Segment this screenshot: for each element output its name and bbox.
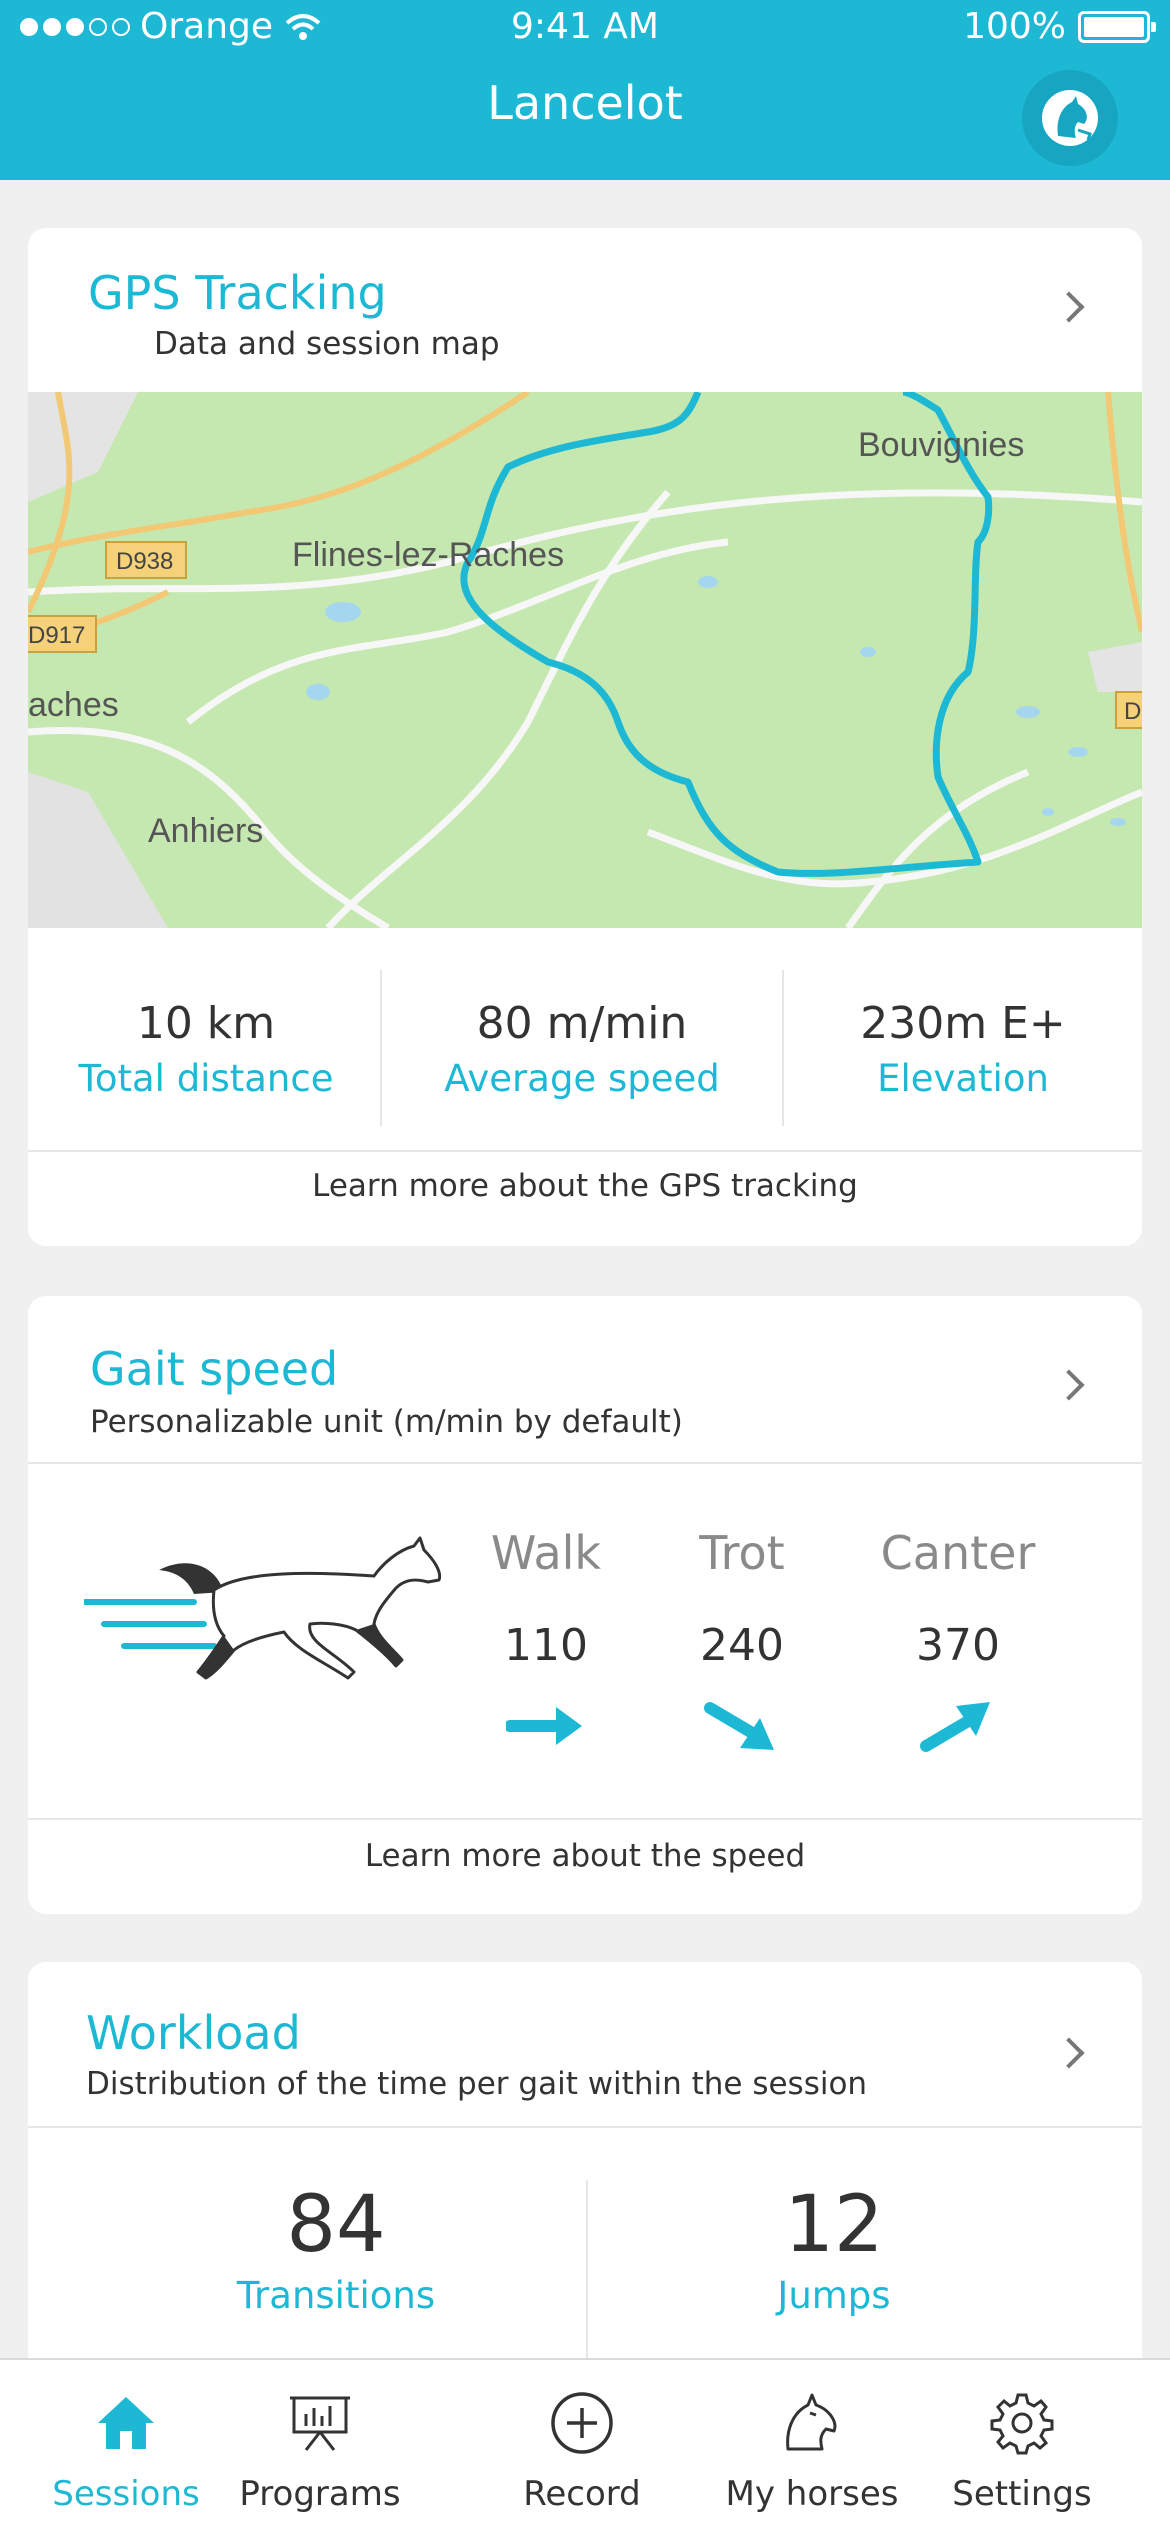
tab-label: My horses xyxy=(725,2474,899,2514)
gait-speed-card[interactable]: Gait speed Personalizable unit (m/min by… xyxy=(28,1296,1142,1914)
learn-more-gps-link[interactable]: Learn more about the GPS tracking xyxy=(28,1168,1142,1204)
chevron-right-icon[interactable] xyxy=(1053,2037,1085,2069)
stat-average-speed: 80 m/min Average speed xyxy=(382,998,782,1100)
road-badge: D xyxy=(1115,691,1142,729)
gait-walk: Walk 110 xyxy=(446,1526,646,1751)
stat-value: 80 m/min xyxy=(476,998,688,1049)
gps-tracking-card[interactable]: GPS Tracking Data and session map Bouvig… xyxy=(28,228,1142,1246)
road-label: D xyxy=(1124,698,1141,725)
arrow-up-right-icon xyxy=(858,1701,1058,1752)
gait-name: Walk xyxy=(490,1526,602,1580)
card-divider xyxy=(28,1818,1142,1820)
card-divider xyxy=(28,1462,1142,1464)
horse-head-icon xyxy=(1042,90,1098,146)
stat-value: 230m E+ xyxy=(860,998,1066,1049)
galloping-horse-icon xyxy=(84,1536,442,1680)
session-map[interactable]: Bouvignies Flines-lez-Raches Anhiers ach… xyxy=(28,392,1142,928)
horse-avatar-button[interactable] xyxy=(1022,70,1118,166)
stat-value: 84 xyxy=(286,2180,386,2270)
battery-icon xyxy=(1078,10,1156,43)
presentation-board-icon xyxy=(220,2390,420,2456)
battery-percent: 100% xyxy=(963,6,1066,47)
gps-card-subtitle: Data and session map xyxy=(154,326,500,362)
workload-card-title: Workload xyxy=(86,2006,301,2060)
road-badge: D917 xyxy=(28,615,97,653)
card-divider xyxy=(28,2126,1142,2128)
tab-sessions[interactable]: Sessions xyxy=(26,2390,226,2514)
stat-label: Average speed xyxy=(444,1057,720,1100)
stat-label: Transitions xyxy=(236,2274,436,2317)
arrow-right-icon xyxy=(446,1701,646,1751)
home-icon xyxy=(26,2390,226,2456)
arrow-down-right-icon xyxy=(642,1701,842,1751)
stat-label: Total distance xyxy=(78,1057,334,1100)
tab-label: Programs xyxy=(239,2474,401,2514)
gait-name: Canter xyxy=(880,1526,1036,1580)
gait-canter: Canter 370 xyxy=(858,1526,1058,1752)
page-title: Lancelot xyxy=(487,76,683,130)
tab-programs[interactable]: Programs xyxy=(220,2390,420,2514)
gait-trot: Trot 240 xyxy=(642,1526,842,1751)
tab-my-horses[interactable]: My horses xyxy=(712,2390,912,2514)
stat-transitions: 84 Transitions xyxy=(86,2180,586,2317)
tab-bar: Sessions Programs Record My horses Setti… xyxy=(0,2358,1170,2532)
map-label-town: Bouvignies xyxy=(858,426,1024,464)
chevron-right-icon[interactable] xyxy=(1053,1369,1085,1401)
gait-value: 110 xyxy=(504,1620,588,1671)
road-label: D938 xyxy=(116,548,173,575)
plus-circle-icon xyxy=(482,2390,682,2456)
map-label-town: Flines-lez-Raches xyxy=(292,536,564,574)
gait-value: 370 xyxy=(916,1620,1000,1671)
map-label-town: Anhiers xyxy=(148,812,263,850)
gait-card-title: Gait speed xyxy=(90,1342,339,1396)
stat-value: 12 xyxy=(784,2180,884,2270)
horse-head-icon xyxy=(712,2390,912,2456)
workload-card[interactable]: Workload Distribution of the time per ga… xyxy=(28,1962,1142,2382)
status-bar: Orange 9:41 AM 100% xyxy=(0,0,1170,56)
road-badge: D938 xyxy=(105,541,187,579)
tab-record[interactable]: Record xyxy=(482,2390,682,2514)
gait-name: Trot xyxy=(699,1526,785,1580)
tab-label: Settings xyxy=(952,2474,1092,2514)
chevron-right-icon[interactable] xyxy=(1053,291,1085,323)
card-divider xyxy=(28,1150,1142,1152)
stat-label: Elevation xyxy=(877,1057,1049,1100)
stat-value: 10 km xyxy=(136,998,276,1049)
status-right: 100% xyxy=(963,6,1156,47)
gear-icon xyxy=(922,2390,1122,2456)
road-label: D917 xyxy=(28,622,85,649)
learn-more-speed-link[interactable]: Learn more about the speed xyxy=(28,1838,1142,1874)
stat-elevation: 230m E+ Elevation xyxy=(784,998,1142,1100)
gait-card-subtitle: Personalizable unit (m/min by default) xyxy=(90,1404,683,1440)
map-label-town: aches xyxy=(28,686,119,724)
stat-label: Jumps xyxy=(777,2274,891,2317)
stat-jumps: 12 Jumps xyxy=(584,2180,1084,2317)
tab-label: Sessions xyxy=(52,2474,200,2514)
tab-settings[interactable]: Settings xyxy=(922,2390,1122,2514)
tab-label: Record xyxy=(523,2474,641,2514)
workload-card-subtitle: Distribution of the time per gait within… xyxy=(86,2066,868,2102)
gps-card-title: GPS Tracking xyxy=(88,266,387,320)
top-bar: Orange 9:41 AM 100% Lancelot xyxy=(0,0,1170,180)
gait-value: 240 xyxy=(700,1620,784,1671)
stat-total-distance: 10 km Total distance xyxy=(28,998,384,1100)
